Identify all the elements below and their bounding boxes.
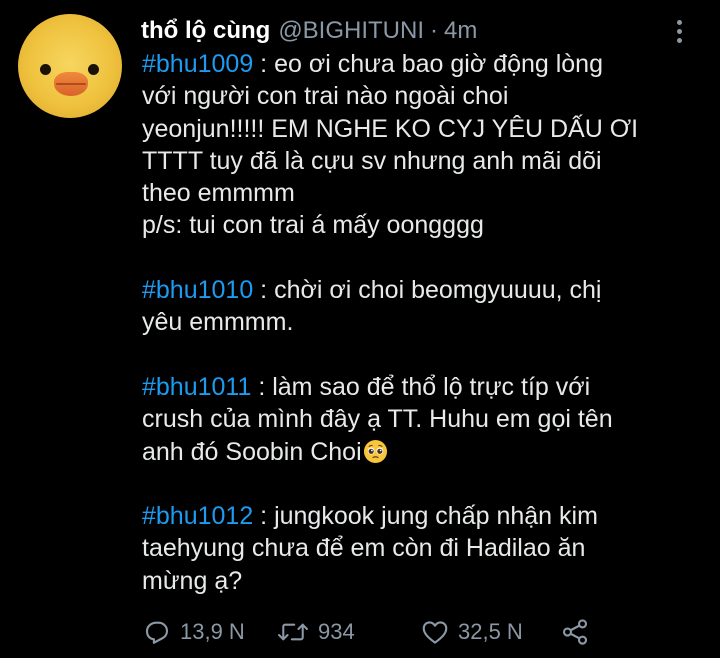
retweet-button[interactable]: 934 xyxy=(276,612,355,652)
text-segment: : eo ơi chưa bao giờ động lòng xyxy=(253,50,603,78)
text-line: #bhu1010 : chời ơi choi beomgyuuuu, chị xyxy=(142,274,702,306)
text-line: crush của mình đây ạ TT. Huhu em gọi tên xyxy=(142,405,613,434)
like-button[interactable]: 32,5 N xyxy=(420,612,523,652)
text-line: taehyung chưa để em còn đi Hadilao ăn xyxy=(142,534,586,563)
like-count: 32,5 N xyxy=(458,619,523,644)
hashtag-link[interactable]: #bhu1012 xyxy=(142,502,253,530)
more-options-icon[interactable] xyxy=(670,18,690,46)
hashtag-link[interactable]: #bhu1009 xyxy=(142,50,253,78)
text-segment: : jungkook jung chấp nhận kim xyxy=(253,502,598,531)
text-line: mừng ạ? xyxy=(142,566,243,595)
share-icon xyxy=(562,619,588,645)
reply-icon xyxy=(145,621,169,644)
text-line: #bhu1012 : jungkook jung chấp nhận kim xyxy=(142,500,702,532)
text-line: với người con trai nào ngoài choi xyxy=(142,82,509,111)
timestamp[interactable]: 4m xyxy=(444,14,477,48)
tweet-actions: 13,9 N 934 32,5 N xyxy=(142,612,702,652)
text-line: p/s: tui con trai á mấy oongggg xyxy=(142,211,484,240)
display-name[interactable]: thổ lộ cùng xyxy=(141,14,270,48)
text-line: TTTT tuy đã là cựu sv nhưng anh mãi dõi xyxy=(142,146,602,175)
reply-count: 13,9 N xyxy=(180,619,245,644)
text-segment: anh đó Soobin Choi xyxy=(142,437,362,466)
text-line: #bhu1011 : làm sao để thổ lộ trực típ vớ… xyxy=(142,371,702,403)
avatar-beak-line xyxy=(56,83,86,85)
user-handle[interactable]: @BIGHITUNI xyxy=(278,14,424,48)
avatar-right-eye xyxy=(88,64,99,75)
tweet-header: thổ lộ cùng @BIGHITUNI · 4m xyxy=(141,14,477,48)
text-segment: : làm sao để thổ lộ trực típ với xyxy=(251,372,591,401)
heart-icon xyxy=(422,621,448,644)
retweet-icon xyxy=(278,623,308,641)
retweet-count: 934 xyxy=(318,619,355,644)
hashtag-link[interactable]: #bhu1010 xyxy=(142,276,253,304)
pleading-face-emoji xyxy=(363,439,387,463)
share-button[interactable] xyxy=(560,612,590,652)
hashtag-link[interactable]: #bhu1011 xyxy=(142,373,251,401)
text-line: yeonjun!!!!! EM NGHE KO CYJ YÊU DẤU ƠI xyxy=(142,114,639,143)
avatar[interactable] xyxy=(18,14,122,118)
text-segment: : chời ơi choi beomgyuuuu, chị xyxy=(253,276,602,305)
header-separator: · xyxy=(430,17,439,44)
text-line: theo emmmm xyxy=(142,179,295,208)
tweet[interactable]: thổ lộ cùng @BIGHITUNI · 4m #bhu1009 : e… xyxy=(0,0,720,658)
text-line: yêu emmmm. xyxy=(142,308,294,337)
tweet-body: #bhu1009 : eo ơi chưa bao giờ động lòng … xyxy=(142,48,702,597)
text-line: #bhu1009 : eo ơi chưa bao giờ động lòng xyxy=(142,48,702,80)
avatar-left-eye xyxy=(40,64,51,75)
text-line: anh đó Soobin Choi xyxy=(142,436,702,468)
reply-button[interactable]: 13,9 N xyxy=(142,612,245,652)
